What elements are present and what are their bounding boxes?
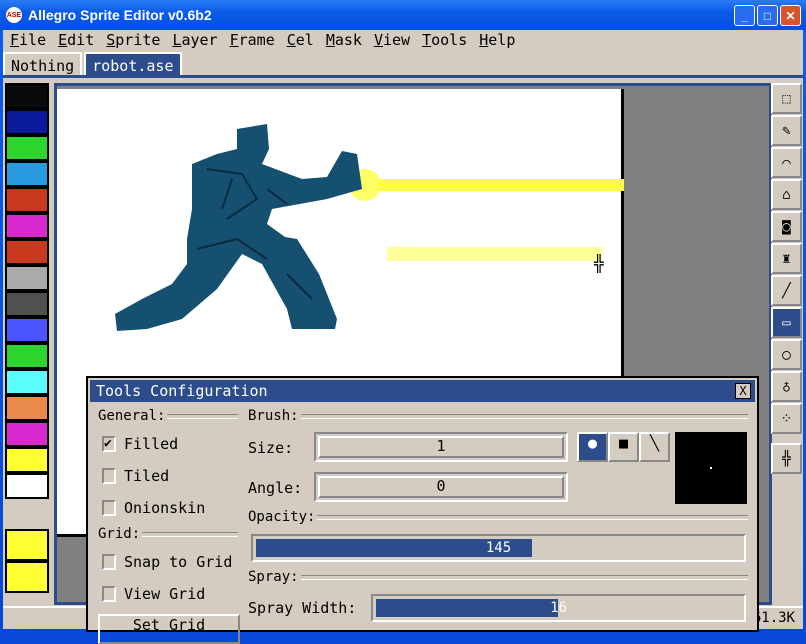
view-grid-checkbox[interactable]: View Grid bbox=[102, 585, 205, 603]
palette-swatch[interactable] bbox=[5, 317, 49, 343]
dialog-title: Tools Configuration bbox=[96, 382, 268, 400]
laser-beam bbox=[379, 179, 624, 191]
menu-cel[interactable]: Cel bbox=[280, 30, 319, 50]
menu-bar: File Edit Sprite Layer Frame Cel Mask View Tools… bbox=[3, 30, 520, 50]
palette-swatch[interactable] bbox=[5, 187, 49, 213]
menu-view[interactable]: View bbox=[367, 30, 415, 50]
menu-frame[interactable]: Frame bbox=[223, 30, 280, 50]
palette-swatch[interactable] bbox=[5, 239, 49, 265]
size-field[interactable]: 1 bbox=[314, 432, 568, 462]
spray-section: Spray: bbox=[248, 569, 748, 585]
spray-width-label: Spray Width: bbox=[248, 599, 357, 617]
maximize-button[interactable]: □ bbox=[757, 5, 778, 26]
close-button[interactable]: ✕ bbox=[780, 5, 801, 26]
filled-checkbox[interactable]: ✔ Filled bbox=[102, 435, 178, 453]
tool-line-icon[interactable]: ╱ bbox=[771, 275, 802, 306]
brush-circle-button[interactable]: ● bbox=[577, 432, 608, 462]
palette-swatch[interactable] bbox=[5, 83, 49, 109]
palette-swatch[interactable] bbox=[5, 395, 49, 421]
tool-pencil-icon[interactable]: ✎ bbox=[771, 115, 802, 146]
app-icon: ASE bbox=[6, 7, 22, 23]
tool-brush-icon[interactable]: ⌒ bbox=[771, 147, 802, 178]
tool-blur-icon[interactable]: ♁ bbox=[771, 371, 802, 402]
tool-ellipse-icon[interactable]: ◯ bbox=[771, 339, 802, 370]
general-section: General: bbox=[98, 408, 238, 424]
tool-jumble-icon[interactable]: ⁘ bbox=[771, 403, 802, 434]
size-label: Size: bbox=[248, 439, 294, 457]
title-bar: ASE Allegro Sprite Editor v0.6b2 _ □ ✕ bbox=[0, 0, 806, 30]
menu-layer[interactable]: Layer bbox=[165, 30, 222, 50]
palette-swatch[interactable] bbox=[5, 291, 49, 317]
onionskin-checkbox[interactable]: Onionskin bbox=[102, 499, 205, 517]
tiled-checkbox[interactable]: Tiled bbox=[102, 467, 169, 485]
palette-swatch[interactable] bbox=[5, 161, 49, 187]
angle-field[interactable]: 0 bbox=[314, 472, 568, 502]
menu-tools[interactable]: Tools bbox=[415, 30, 472, 50]
tool-rectangle-icon[interactable]: ▭ bbox=[771, 307, 802, 338]
palette-swatch[interactable] bbox=[5, 369, 49, 395]
crosshair-cursor-icon: ╬ bbox=[594, 254, 604, 273]
tab-robot[interactable]: robot.ase bbox=[84, 52, 182, 75]
menu-edit[interactable]: Edit bbox=[51, 30, 99, 50]
menu-file[interactable]: File bbox=[3, 30, 51, 50]
color-palette bbox=[5, 83, 51, 601]
menu-sprite[interactable]: Sprite bbox=[99, 30, 165, 50]
palette-swatch[interactable] bbox=[5, 109, 49, 135]
opacity-section: Opacity: bbox=[248, 509, 748, 525]
spray-width-slider[interactable]: 16 bbox=[371, 594, 746, 622]
tool-eraser-icon[interactable]: ⌂ bbox=[771, 179, 802, 210]
brush-preview bbox=[675, 432, 747, 504]
window-title: Allegro Sprite Editor v0.6b2 bbox=[28, 7, 212, 23]
tool-floodfill-icon[interactable]: ◙ bbox=[771, 211, 802, 242]
palette-swatch[interactable] bbox=[5, 447, 49, 473]
dialog-close-button[interactable]: X bbox=[735, 383, 751, 399]
tab-nothing[interactable]: Nothing bbox=[3, 52, 83, 75]
tool-spray-icon[interactable]: ♜ bbox=[771, 243, 802, 274]
sprite-size: 61.3K bbox=[752, 610, 795, 626]
grid-section: Grid: bbox=[98, 526, 238, 542]
tool-rectangle-select-icon[interactable]: ⬚ bbox=[771, 83, 802, 114]
tools-configuration-dialog: Tools Configuration X General: ✔ Filled T… bbox=[86, 376, 759, 644]
menu-mask[interactable]: Mask bbox=[319, 30, 367, 50]
angle-label: Angle: bbox=[248, 479, 303, 497]
brush-square-button[interactable]: ■ bbox=[608, 432, 639, 462]
brush-section: Brush: bbox=[248, 408, 748, 424]
laser-beam-2 bbox=[387, 247, 602, 261]
palette-swatch[interactable] bbox=[5, 213, 49, 239]
background-color[interactable] bbox=[5, 561, 49, 593]
set-grid-button[interactable]: Set Grid bbox=[98, 614, 240, 644]
opacity-slider[interactable]: 145 bbox=[251, 534, 746, 562]
palette-swatch[interactable] bbox=[5, 421, 49, 447]
menu-help[interactable]: Help bbox=[472, 30, 520, 50]
snap-to-grid-checkbox[interactable]: Snap to Grid bbox=[102, 553, 232, 571]
foreground-color[interactable] bbox=[5, 529, 49, 561]
tool-move-icon[interactable]: ╬ bbox=[771, 443, 802, 474]
brush-line-button[interactable]: ╲ bbox=[639, 432, 670, 462]
file-tabs: Nothing robot.ase bbox=[3, 52, 803, 78]
minimize-button[interactable]: _ bbox=[734, 5, 755, 26]
palette-swatch[interactable] bbox=[5, 135, 49, 161]
palette-swatch[interactable] bbox=[5, 265, 49, 291]
palette-swatch[interactable] bbox=[5, 473, 49, 499]
palette-swatch[interactable] bbox=[5, 343, 49, 369]
dialog-title-bar[interactable]: Tools Configuration X bbox=[90, 380, 755, 402]
